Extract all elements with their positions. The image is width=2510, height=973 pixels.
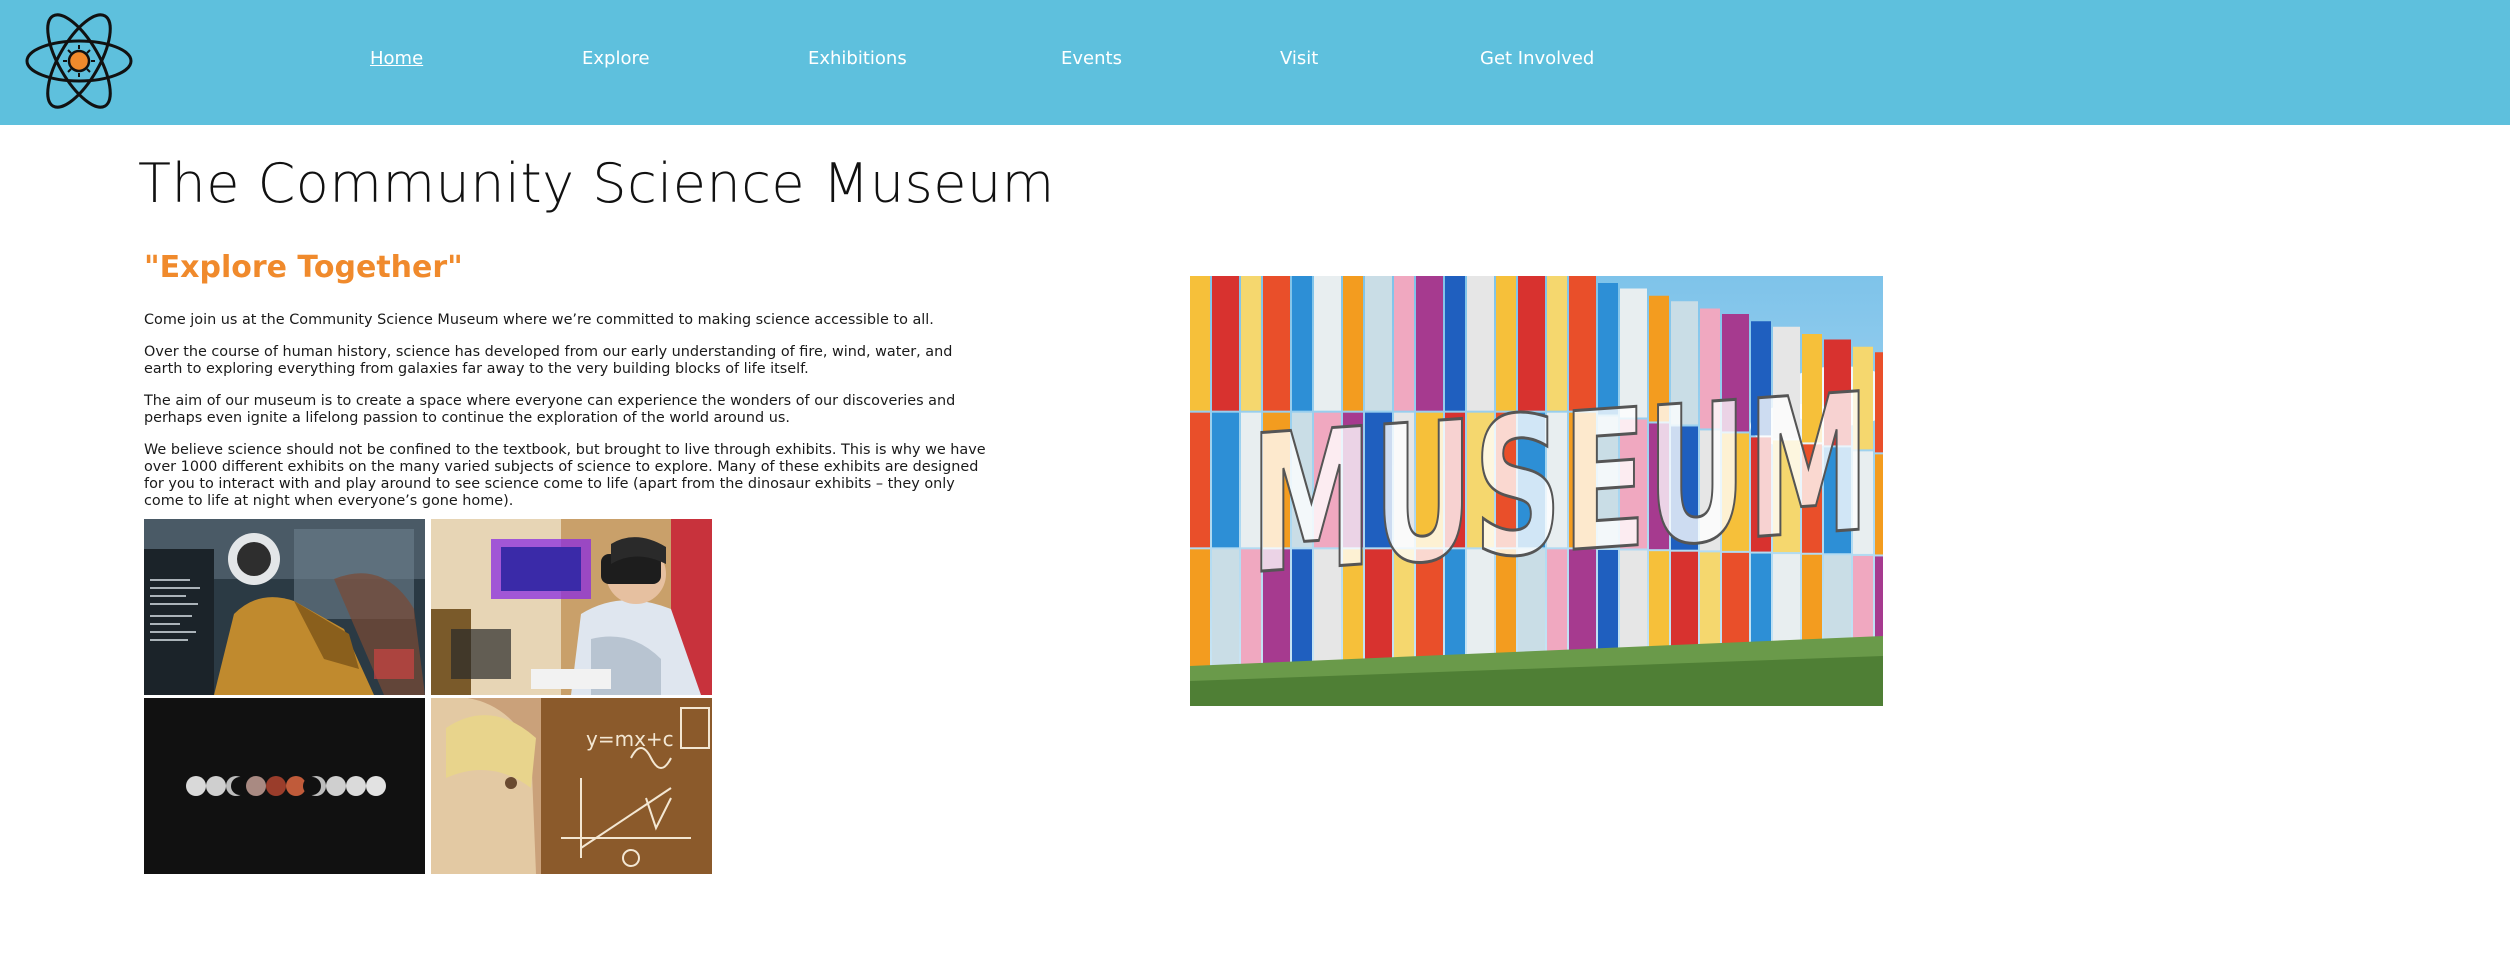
tagline: "Explore Together" xyxy=(144,250,463,285)
nav-exhibitions[interactable]: Exhibitions xyxy=(808,48,907,69)
chalkboard-text: y=mx+c xyxy=(586,727,674,751)
moon-phases-photo xyxy=(144,698,425,874)
nav-get-involved[interactable]: Get Involved xyxy=(1480,48,1594,69)
facade-panel xyxy=(1263,276,1290,411)
vr-headset-photo xyxy=(431,519,712,695)
atom-icon[interactable] xyxy=(24,10,134,112)
museum-sign-photo: MUSEUM xyxy=(1190,276,1883,706)
photo-gallery: y=mx+c xyxy=(144,519,712,874)
facade-panel xyxy=(1212,276,1239,411)
museum-sign-text: MUSEUM xyxy=(1250,352,1870,617)
facade-panel xyxy=(1212,412,1239,548)
paragraph: We believe science should not be confine… xyxy=(144,442,986,509)
facade-panel xyxy=(1190,276,1210,411)
intro-text: Come join us at the Community Science Mu… xyxy=(144,312,994,525)
facade-panel xyxy=(1190,412,1210,548)
paragraph: The aim of our museum is to create a spa… xyxy=(144,393,956,426)
navbar: Home Explore Exhibitions Events Visit Ge… xyxy=(0,0,2510,125)
facade-panel xyxy=(1875,352,1883,453)
chalkboard-equations-photo: y=mx+c xyxy=(431,698,712,874)
nav-home[interactable]: Home xyxy=(370,48,423,69)
nav-events[interactable]: Events xyxy=(1061,48,1122,69)
nav-visit[interactable]: Visit xyxy=(1280,48,1318,69)
nav-explore[interactable]: Explore xyxy=(582,48,650,69)
facade-panel xyxy=(1212,549,1239,684)
facade-panel xyxy=(1241,276,1261,411)
paragraph: Come join us at the Community Science Mu… xyxy=(144,312,934,328)
facade-panel xyxy=(1875,454,1883,555)
page-title: The Community Science Museum xyxy=(138,152,1055,215)
facade-panel xyxy=(1190,549,1210,684)
paragraph: Over the course of human history, scienc… xyxy=(144,344,953,377)
astronaut-suit-photo xyxy=(144,519,425,695)
